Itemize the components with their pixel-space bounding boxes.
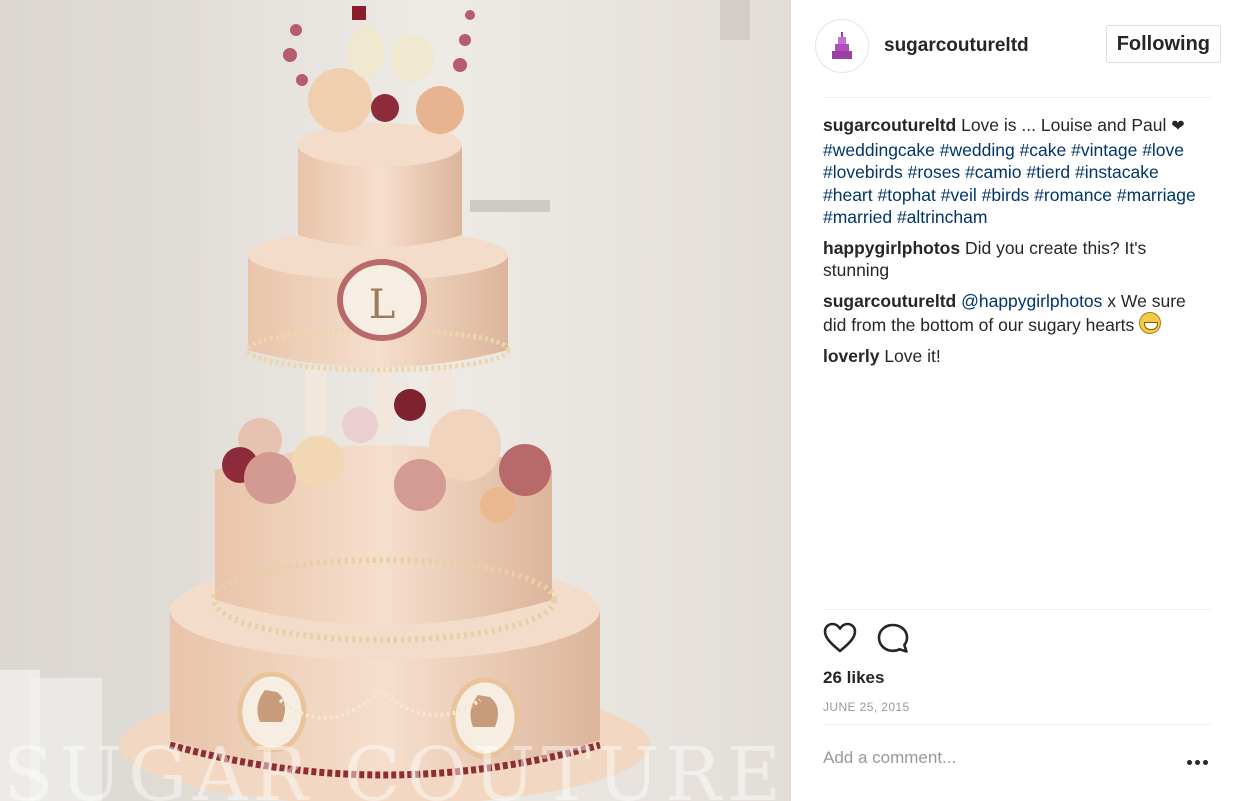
divider bbox=[823, 724, 1211, 725]
hashtag-link[interactable]: #romance bbox=[1034, 185, 1112, 205]
post-author-username[interactable]: sugarcoutureltd bbox=[884, 35, 1029, 57]
dot bbox=[1187, 759, 1192, 765]
photo-watermark: SUGAR COUTURE bbox=[3, 732, 787, 801]
dot bbox=[1203, 759, 1208, 765]
hashtag-link[interactable]: #love bbox=[1142, 140, 1184, 160]
dot bbox=[1195, 759, 1200, 765]
hashtag-link[interactable]: #heart bbox=[823, 185, 873, 205]
post-sidebar: sugarcoutureltd Following sugarcouturelt… bbox=[791, 0, 1241, 801]
hashtag-link[interactable]: #veil bbox=[941, 185, 977, 205]
svg-text:L: L bbox=[369, 282, 396, 328]
heart-icon[interactable] bbox=[823, 622, 857, 659]
hashtag-link[interactable]: #roses bbox=[908, 162, 961, 182]
hashtag-link[interactable]: #marriage bbox=[1117, 185, 1196, 205]
hashtag-link[interactable]: #instacake bbox=[1075, 162, 1159, 182]
caption-text: Love is ... Louise and Paul bbox=[961, 115, 1167, 135]
post-actions bbox=[823, 622, 911, 659]
hashtag-link[interactable]: #vintage bbox=[1071, 140, 1137, 160]
avatar[interactable] bbox=[815, 19, 869, 73]
post: L SUGAR COUTURE sugarcoutureltd Followin… bbox=[0, 0, 1241, 801]
comment: sugarcoutureltd @happygirlphotos x We su… bbox=[823, 290, 1213, 337]
hashtag-link[interactable]: #tophat bbox=[878, 185, 936, 205]
grinning-face-icon bbox=[1139, 312, 1162, 334]
hashtag-link[interactable]: #cake bbox=[1020, 140, 1067, 160]
following-button[interactable]: Following bbox=[1105, 25, 1221, 63]
post-date: JUNE 25, 2015 bbox=[823, 700, 910, 714]
caption-username[interactable]: sugarcoutureltd bbox=[823, 115, 956, 135]
hashtag-link[interactable]: #wedding bbox=[940, 140, 1015, 160]
comment-username[interactable]: happygirlphotos bbox=[823, 238, 960, 258]
comment: happygirlphotos Did you create this? It'… bbox=[823, 237, 1213, 282]
comment-username[interactable]: loverly bbox=[823, 346, 879, 366]
mention-link[interactable]: @happygirlphotos bbox=[961, 291, 1102, 311]
post-photo[interactable]: L SUGAR COUTURE bbox=[0, 0, 791, 801]
hashtag-link[interactable]: #married bbox=[823, 207, 892, 227]
likes-count[interactable]: 26 likes bbox=[823, 668, 884, 688]
comment-username[interactable]: sugarcoutureltd bbox=[823, 291, 956, 311]
caption: sugarcoutureltd Love is ... Louise and P… bbox=[823, 114, 1213, 229]
hashtag-link[interactable]: #birds bbox=[982, 185, 1030, 205]
comment-text: Love it! bbox=[884, 345, 941, 366]
add-comment-input[interactable] bbox=[823, 748, 1163, 768]
hashtag-link[interactable]: #weddingcake bbox=[823, 140, 935, 160]
divider bbox=[823, 609, 1211, 610]
black-heart-icon: ❤ bbox=[1171, 118, 1185, 135]
hashtag-link[interactable]: #lovebirds bbox=[823, 162, 903, 182]
post-header: sugarcoutureltd Following bbox=[815, 18, 1221, 74]
more-options-icon[interactable] bbox=[1187, 757, 1211, 767]
hashtag-link[interactable]: #tierd bbox=[1026, 162, 1070, 182]
hashtag-link[interactable]: #camio bbox=[965, 162, 1021, 182]
comments-list: sugarcoutureltd Love is ... Louise and P… bbox=[823, 114, 1213, 375]
comment-icon[interactable] bbox=[877, 622, 911, 659]
caption-hashtags: #weddingcake #wedding #cake #vintage #lo… bbox=[823, 140, 1196, 228]
divider bbox=[823, 97, 1211, 98]
hashtag-link[interactable]: #altrincham bbox=[897, 207, 987, 227]
comment: loverly Love it! bbox=[823, 345, 1213, 368]
